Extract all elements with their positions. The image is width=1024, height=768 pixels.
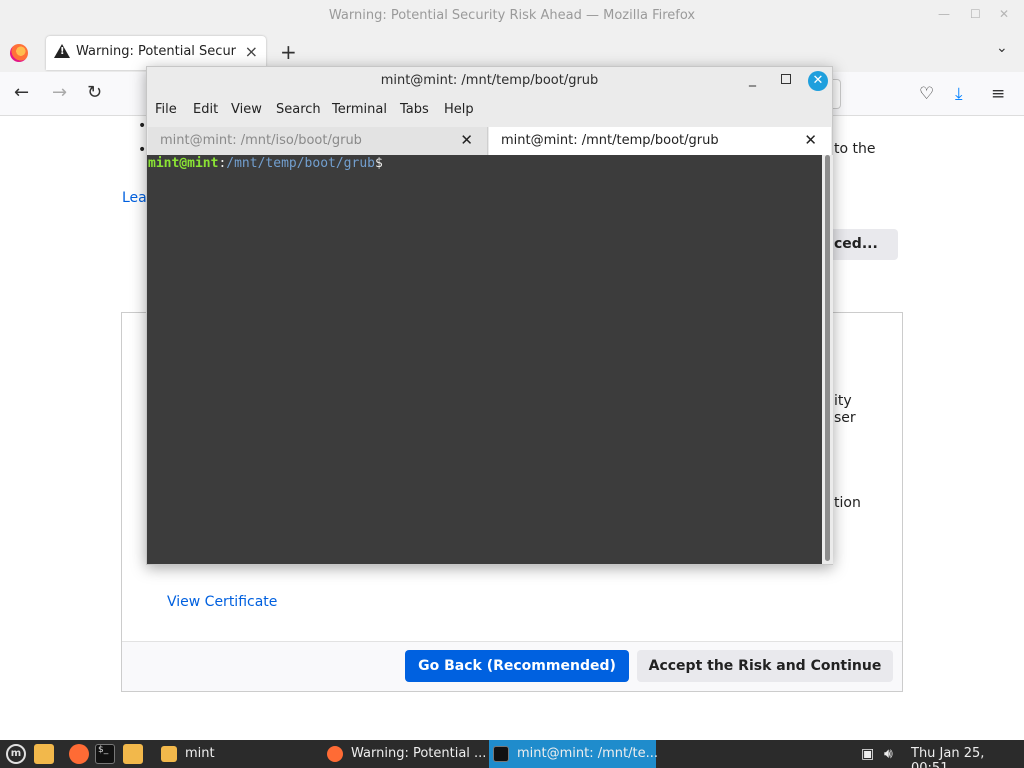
go-back-button[interactable]: Go Back (Recommended) <box>405 650 629 682</box>
page-text-fragment: tion <box>834 495 861 511</box>
terminal-title: mint@mint: /mnt/temp/boot/grub <box>380 73 599 88</box>
files-launcher-icon[interactable] <box>123 744 143 764</box>
taskbar-task-mint[interactable]: mint <box>157 740 317 768</box>
reload-icon[interactable]: ↻ <box>87 82 102 103</box>
tab-close-icon[interactable]: × <box>245 42 258 61</box>
prompt-symbol: $ <box>375 156 383 171</box>
terminal-launcher-icon[interactable]: $_ <box>95 744 115 764</box>
tab-close-icon[interactable]: ✕ <box>460 131 473 149</box>
scrollbar-thumb[interactable] <box>825 155 830 561</box>
clock[interactable]: Thu Jan 25, 00:51 <box>911 746 1024 768</box>
accept-risk-button[interactable]: Accept the Risk and Continue <box>637 650 893 682</box>
task-label: mint <box>185 746 215 761</box>
page-text-fragment: ity <box>834 393 852 409</box>
prompt-user-host: mint@mint <box>148 156 219 171</box>
maximize-icon[interactable] <box>781 74 791 84</box>
learn-more-link[interactable]: Lea <box>122 190 147 206</box>
terminal-scrollbar[interactable] <box>823 155 833 564</box>
page-text-fragment: to the <box>834 141 876 157</box>
firefox-logo-icon <box>10 44 28 62</box>
warning-icon <box>54 44 70 58</box>
task-label: mint@mint: /mnt/te... <box>517 746 658 761</box>
downloads-icon[interactable]: ⤓ <box>955 84 963 104</box>
firefox-tab-warning[interactable]: Warning: Potential Security Risk Ahead × <box>46 36 266 70</box>
minimize-icon[interactable]: _ <box>749 71 756 87</box>
page-text-fragment: ser <box>834 410 856 426</box>
taskbar-task-firefox[interactable]: Warning: Potential ... <box>323 740 486 768</box>
firefox-minimize-button[interactable]: — <box>938 7 950 21</box>
firefox-window-title: Warning: Potential Security Risk Ahead —… <box>328 8 696 23</box>
terminal-tab-temp[interactable]: mint@mint: /mnt/temp/boot/grub ✕ <box>489 127 831 155</box>
terminal-menubar: File Edit View Search Terminal Tabs Help <box>147 101 832 125</box>
menu-help[interactable]: Help <box>444 102 474 117</box>
terminal-output[interactable]: mint@mint:/mnt/temp/boot/grub$ <box>147 155 822 564</box>
prompt-path: /mnt/temp/boot/grub <box>226 156 375 171</box>
taskbar-task-terminal[interactable]: mint@mint: /mnt/te... <box>489 740 658 768</box>
menu-tabs[interactable]: Tabs <box>400 102 429 117</box>
menu-terminal[interactable]: Terminal <box>332 102 387 117</box>
forward-arrow-icon[interactable]: → <box>52 82 67 103</box>
terminal-tab-label: mint@mint: /mnt/temp/boot/grub <box>501 133 719 148</box>
firefox-maximize-button[interactable]: ☐ <box>970 7 981 21</box>
taskbar: m $_ mint Warning: Potential ... mint@mi… <box>0 740 1024 768</box>
close-icon[interactable]: ✕ <box>808 71 828 91</box>
menu-search[interactable]: Search <box>276 102 321 117</box>
firefox-launcher-icon[interactable] <box>69 744 89 764</box>
firefox-close-button[interactable]: ✕ <box>999 7 1009 21</box>
menu-file[interactable]: File <box>155 102 177 117</box>
firefox-titlebar: Warning: Potential Security Risk Ahead —… <box>0 0 1024 32</box>
hamburger-menu-icon[interactable]: ≡ <box>991 84 1005 104</box>
shell-prompt: mint@mint:/mnt/temp/boot/grub$ <box>148 156 383 171</box>
new-tab-icon[interactable]: + <box>280 40 297 64</box>
view-certificate-link[interactable]: View Certificate <box>167 594 277 610</box>
terminal-window: mint@mint: /mnt/temp/boot/grub _ ✕ File … <box>146 66 833 565</box>
back-arrow-icon[interactable]: ← <box>14 82 29 103</box>
pocket-icon[interactable]: ♡ <box>919 84 934 104</box>
firefox-icon <box>327 746 343 762</box>
tab-label: Warning: Potential Security Risk Ahead <box>76 44 236 59</box>
advanced-button[interactable]: ced... <box>826 229 898 260</box>
mint-menu-icon[interactable]: m <box>6 744 26 764</box>
network-icon[interactable]: ▣ <box>861 746 874 762</box>
terminal-tab-iso[interactable]: mint@mint: /mnt/iso/boot/grub ✕ <box>148 127 488 155</box>
terminal-tab-label: mint@mint: /mnt/iso/boot/grub <box>160 133 362 148</box>
task-label: Warning: Potential ... <box>351 746 487 761</box>
menu-view[interactable]: View <box>231 102 262 117</box>
terminal-icon <box>493 746 509 762</box>
volume-icon[interactable]: 🔊︎ <box>884 746 893 762</box>
tab-close-icon[interactable]: ✕ <box>804 131 817 149</box>
list-tabs-chevron-icon[interactable]: ⌄ <box>996 40 1008 56</box>
folder-icon <box>161 746 177 762</box>
menu-edit[interactable]: Edit <box>193 102 218 117</box>
folder-icon[interactable] <box>34 744 54 764</box>
